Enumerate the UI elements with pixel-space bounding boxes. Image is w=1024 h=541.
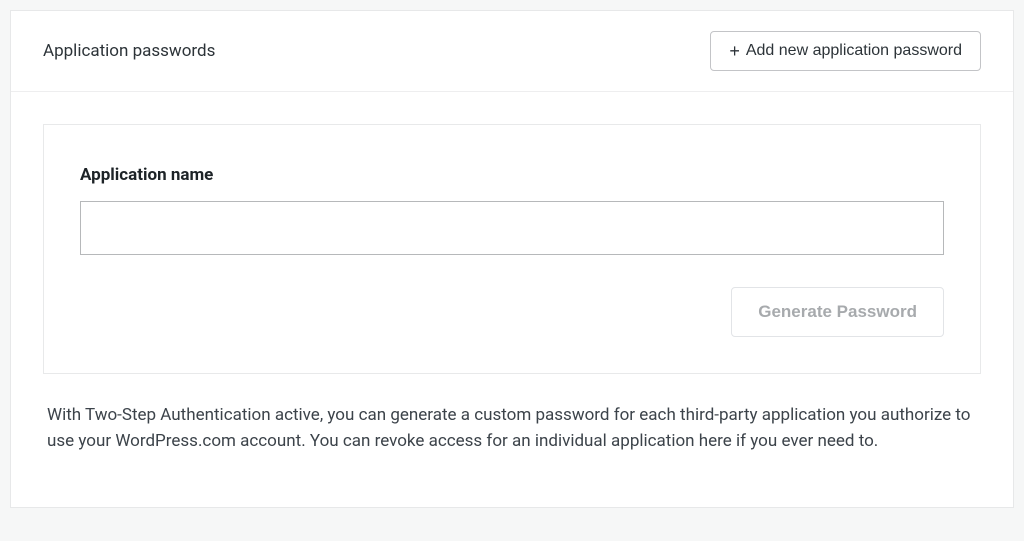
add-button-label: Add new application password — [746, 42, 962, 60]
application-passwords-panel: Application passwords + Add new applicat… — [10, 10, 1014, 508]
application-password-form: Application name Generate Password — [43, 124, 981, 374]
panel-body: Application name Generate Password With … — [11, 92, 1013, 507]
plus-icon: + — [729, 42, 740, 60]
panel-description: With Two-Step Authentication active, you… — [43, 402, 981, 475]
generate-password-button[interactable]: Generate Password — [731, 287, 944, 337]
application-name-input[interactable] — [80, 201, 944, 255]
form-actions: Generate Password — [80, 287, 944, 337]
panel-header: Application passwords + Add new applicat… — [11, 11, 1013, 92]
add-new-application-password-button[interactable]: + Add new application password — [710, 31, 981, 71]
application-name-label: Application name — [80, 165, 944, 185]
panel-title: Application passwords — [43, 41, 215, 61]
